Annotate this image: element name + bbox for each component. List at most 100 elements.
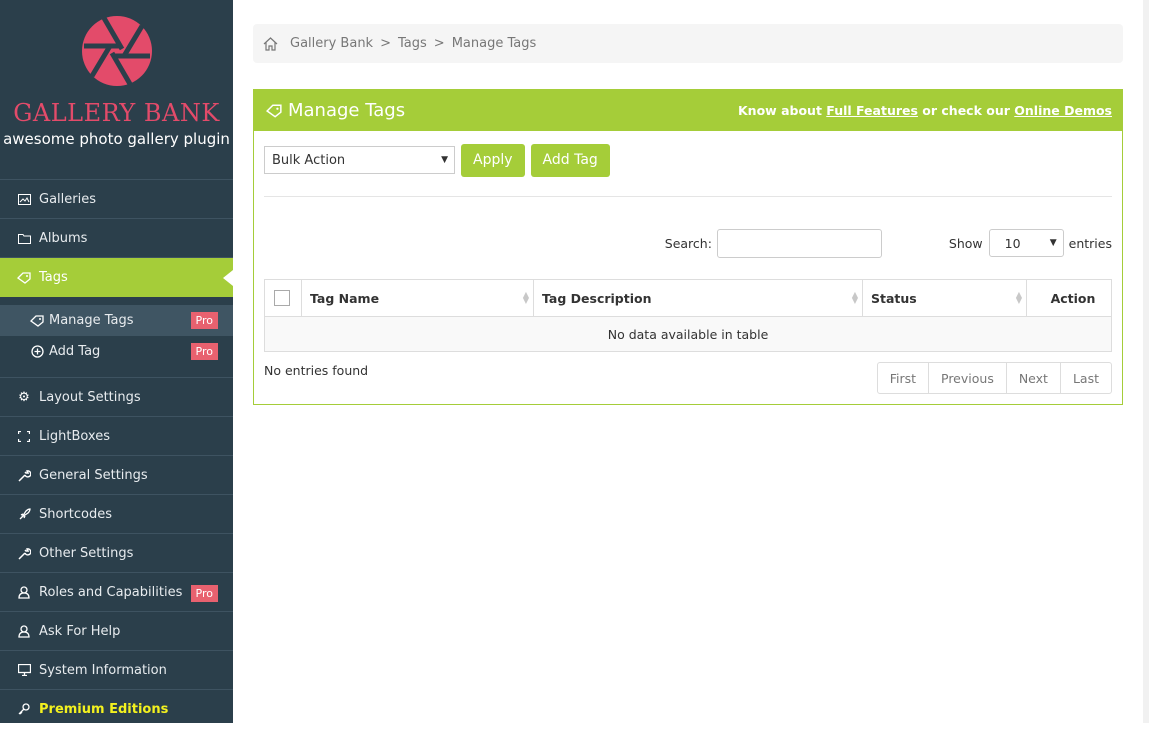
column-label: Tag Description [542,290,652,306]
select-all-cell [264,279,302,317]
main-content: Gallery Bank > Tags > Manage Tags Manage… [253,0,1123,405]
sidebar-item-general-settings[interactable]: General Settings [0,456,233,495]
fullscreen-icon [17,429,31,443]
image-icon [17,192,31,206]
tags-table: Tag Name ▲ ▼ Tag Description ▲ ▼ Status ▲ ▼ Ac… [264,279,1112,352]
pro-badge: Pro [190,312,218,329]
table-info: No entries found [264,363,369,378]
sidebar-item-label: Tags [39,270,68,285]
sidebar-item-shortcodes[interactable]: Shortcodes [0,495,233,534]
sidebar-item-label: LightBoxes [39,428,110,444]
column-action: Action [1026,279,1112,317]
tag-icon [30,314,44,328]
users-icon [17,624,31,638]
search-input[interactable] [716,228,882,258]
home-icon[interactable] [263,36,278,51]
pro-badge: Pro [190,585,218,602]
logo: GALLERY BANK awesome photo gallery plugi… [0,0,233,180]
aperture-logo-icon [81,16,152,86]
apply-button[interactable]: Apply [461,143,525,177]
wrench-icon [17,468,31,482]
tag-icon [17,271,31,285]
bulk-action-value: Bulk Action [272,152,346,168]
caret-down-icon: ▼ [441,155,448,165]
toolbar: Bulk Action ▼ Apply Add Tag [264,143,1112,177]
sidebar-item-other-settings[interactable]: Other Settings [0,534,233,573]
panel-title-text: Manage Tags [288,100,406,121]
sidebar-item-label: System Information [39,662,167,678]
rocket-icon [17,507,31,521]
sidebar-item-label: Shortcodes [39,506,113,522]
sidebar-item-label: Add Tag [49,344,101,359]
page-scrollbar[interactable] [1143,0,1149,723]
sort-icon: ▲ ▼ [1015,290,1022,305]
entries-label: entries [1068,235,1112,251]
monitor-icon [17,663,31,677]
column-tag-description[interactable]: Tag Description ▲ ▼ [533,279,863,317]
column-tag-name[interactable]: Tag Name ▲ ▼ [301,279,534,317]
submenu-divider [0,367,233,378]
divider [264,196,1112,197]
sidebar-item-tags[interactable]: Tags [0,258,233,297]
table-controls: Search: Show 10 ▼ entries [264,228,1112,258]
add-tag-button[interactable]: Add Tag [530,143,610,177]
sidebar-item-label: Premium Editions [39,702,169,717]
sidebar-subitem-add-tag[interactable]: Add Tag Pro [0,336,233,367]
breadcrumb-separator: > [380,36,391,51]
wrench-icon [17,546,31,560]
breadcrumb: Gallery Bank > Tags > Manage Tags [253,24,1123,63]
caret-down-icon: ▼ [1049,238,1057,248]
brand-tagline: awesome photo gallery plugin [3,130,230,148]
entries-select[interactable]: 10 ▼ [988,229,1064,257]
manage-tags-panel: Manage Tags Know about Full Features or … [253,89,1123,405]
last-page-button[interactable]: Last [1059,363,1111,393]
full-features-link[interactable]: Full Features [826,103,918,118]
folder-icon [17,231,31,245]
bulk-action-select[interactable]: Bulk Action ▼ [264,146,455,174]
links-middle: or check our [922,103,1010,118]
breadcrumb-tags[interactable]: Tags [398,36,427,51]
sidebar-item-premium-editions[interactable]: Premium Editions [0,690,233,729]
sort-icon: ▲ ▼ [851,290,858,305]
next-page-button[interactable]: Next [1005,363,1060,393]
links-prefix: Know about [738,103,822,118]
sidebar-subitem-manage-tags[interactable]: Manage Tags Pro [0,305,233,336]
column-label: Action [1050,290,1096,306]
sidebar: GALLERY BANK awesome photo gallery plugi… [0,0,233,723]
sidebar-item-label: Other Settings [39,545,134,561]
column-label: Status [871,290,917,306]
panel-body: Bulk Action ▼ Apply Add Tag Search: Show… [254,131,1122,404]
sidebar-item-system-information[interactable]: System Information [0,651,233,690]
sidebar-item-label: Galleries [39,191,96,207]
panel-header: Manage Tags Know about Full Features or … [254,90,1122,131]
sidebar-item-lightboxes[interactable]: LightBoxes [0,417,233,456]
tag-icon [266,104,282,118]
sidebar-item-label: Albums [39,230,88,246]
sidebar-item-label: Manage Tags [49,313,134,328]
sidebar-item-label: General Settings [39,467,148,483]
table-footer: No entries found First Previous Next Las… [264,362,1112,394]
breadcrumb-separator: > [433,36,445,51]
column-status[interactable]: Status ▲ ▼ [862,279,1027,317]
sidebar-item-galleries[interactable]: Galleries [0,180,233,219]
online-demos-link[interactable]: Online Demos [1014,103,1112,118]
breadcrumb-gallery-bank[interactable]: Gallery Bank [290,36,373,51]
first-page-button[interactable]: First [878,363,928,393]
sidebar-item-ask-for-help[interactable]: Ask For Help [0,612,233,651]
brand-name: GALLERY BANK [13,99,220,127]
sidebar-item-label: Ask For Help [39,623,121,639]
show-label: Show [948,235,983,251]
column-label: Tag Name [310,290,380,306]
plus-circle-icon [30,345,44,359]
sidebar-item-layout-settings[interactable]: ⚙ Layout Settings [0,378,233,417]
select-all-checkbox[interactable] [274,290,290,307]
search-label: Search: [664,235,712,251]
breadcrumb-manage-tags: Manage Tags [451,36,537,51]
sidebar-item-albums[interactable]: Albums [0,219,233,258]
sidebar-item-roles-capabilities[interactable]: Roles and Capabilities Pro [0,573,233,612]
sort-icon: ▲ ▼ [522,290,529,305]
table-row: No data available in table [264,316,1112,352]
previous-page-button[interactable]: Previous [928,363,1006,393]
panel-links: Know about Full Features or check our On… [738,103,1112,118]
entries-value: 10 [1004,235,1021,251]
